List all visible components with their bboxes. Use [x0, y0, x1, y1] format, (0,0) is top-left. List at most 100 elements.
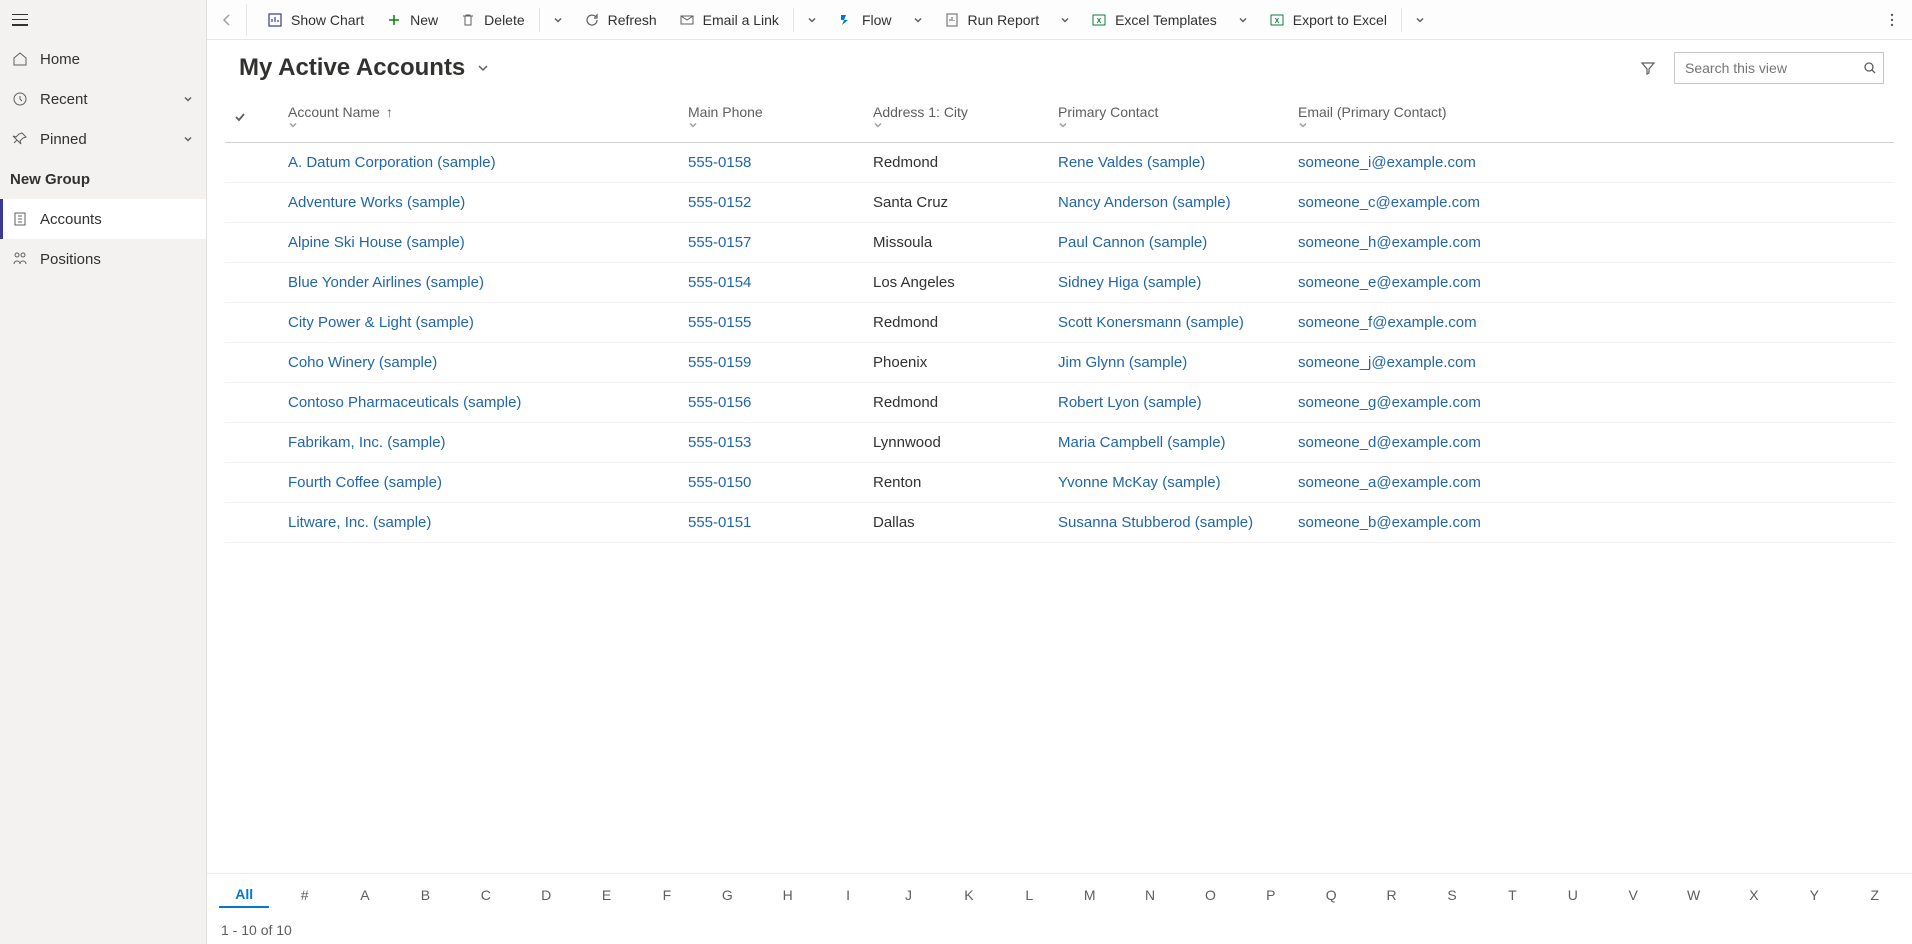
view-selector-chevron[interactable]: [475, 60, 491, 76]
table-row[interactable]: Contoso Pharmaceuticals (sample) 555-015…: [225, 383, 1894, 423]
cell-email[interactable]: someone_g@example.com: [1290, 383, 1894, 423]
back-button[interactable]: [215, 4, 247, 36]
cell-contact[interactable]: Maria Campbell (sample): [1050, 423, 1290, 463]
column-header-primary-contact[interactable]: Primary Contact: [1050, 94, 1290, 143]
search-icon[interactable]: [1863, 61, 1877, 75]
cell-email[interactable]: someone_c@example.com: [1290, 183, 1894, 223]
jump-f[interactable]: F: [642, 883, 692, 907]
jump-i[interactable]: I: [823, 883, 873, 907]
cell-phone[interactable]: 555-0157: [680, 223, 865, 263]
cell-email[interactable]: someone_j@example.com: [1290, 343, 1894, 383]
jump-n[interactable]: N: [1125, 883, 1175, 907]
jump-o[interactable]: O: [1185, 883, 1235, 907]
row-select[interactable]: [225, 303, 280, 343]
table-row[interactable]: Blue Yonder Airlines (sample) 555-0154 L…: [225, 263, 1894, 303]
cell-contact[interactable]: Paul Cannon (sample): [1050, 223, 1290, 263]
cmd-show-chart[interactable]: Show Chart: [257, 0, 374, 40]
cell-contact[interactable]: Rene Valdes (sample): [1050, 143, 1290, 183]
cmd-new[interactable]: New: [376, 0, 448, 40]
sidebar-item-pinned[interactable]: Pinned: [0, 119, 206, 159]
cmd-email-link[interactable]: Email a Link: [669, 0, 789, 40]
jump-s[interactable]: S: [1427, 883, 1477, 907]
cell-phone[interactable]: 555-0159: [680, 343, 865, 383]
cmd-email-chevron[interactable]: [798, 14, 826, 26]
cell-phone[interactable]: 555-0158: [680, 143, 865, 183]
cell-account-name[interactable]: Contoso Pharmaceuticals (sample): [280, 383, 680, 423]
cell-contact[interactable]: Yvonne McKay (sample): [1050, 463, 1290, 503]
cmd-flow-chevron[interactable]: [904, 14, 932, 26]
cell-email[interactable]: someone_d@example.com: [1290, 423, 1894, 463]
table-row[interactable]: Coho Winery (sample) 555-0159 Phoenix Ji…: [225, 343, 1894, 383]
cell-account-name[interactable]: Fourth Coffee (sample): [280, 463, 680, 503]
row-select[interactable]: [225, 263, 280, 303]
hamburger-button[interactable]: [0, 0, 206, 39]
cell-email[interactable]: someone_f@example.com: [1290, 303, 1894, 343]
cmd-flow[interactable]: Flow: [828, 0, 902, 40]
cell-email[interactable]: someone_a@example.com: [1290, 463, 1894, 503]
jump-u[interactable]: U: [1548, 883, 1598, 907]
cell-account-name[interactable]: Fabrikam, Inc. (sample): [280, 423, 680, 463]
cell-contact[interactable]: Scott Konersmann (sample): [1050, 303, 1290, 343]
cell-phone[interactable]: 555-0151: [680, 503, 865, 543]
cell-email[interactable]: someone_b@example.com: [1290, 503, 1894, 543]
jump-l[interactable]: L: [1004, 883, 1054, 907]
jump-j[interactable]: J: [883, 883, 933, 907]
jump-y[interactable]: Y: [1789, 883, 1839, 907]
jump-t[interactable]: T: [1487, 883, 1537, 907]
cell-phone[interactable]: 555-0152: [680, 183, 865, 223]
table-row[interactable]: A. Datum Corporation (sample) 555-0158 R…: [225, 143, 1894, 183]
jump-x[interactable]: X: [1729, 883, 1779, 907]
column-header-city[interactable]: Address 1: City: [865, 94, 1050, 143]
table-row[interactable]: Litware, Inc. (sample) 555-0151 Dallas S…: [225, 503, 1894, 543]
cmd-run-report[interactable]: Run Report: [934, 0, 1050, 40]
cell-account-name[interactable]: Blue Yonder Airlines (sample): [280, 263, 680, 303]
cmd-overflow-button[interactable]: [1876, 0, 1908, 40]
jump-all[interactable]: All: [219, 882, 269, 908]
jump-c[interactable]: C: [461, 883, 511, 907]
jump-e[interactable]: E: [581, 883, 631, 907]
row-select[interactable]: [225, 383, 280, 423]
column-header-email[interactable]: Email (Primary Contact): [1290, 94, 1894, 143]
row-select[interactable]: [225, 223, 280, 263]
row-select[interactable]: [225, 343, 280, 383]
jump-b[interactable]: B: [400, 883, 450, 907]
sidebar-item-home[interactable]: Home: [0, 39, 206, 79]
jump-k[interactable]: K: [944, 883, 994, 907]
row-select[interactable]: [225, 503, 280, 543]
row-select[interactable]: [225, 143, 280, 183]
cmd-excel-templates[interactable]: X Excel Templates: [1081, 0, 1227, 40]
cell-account-name[interactable]: City Power & Light (sample): [280, 303, 680, 343]
cell-account-name[interactable]: Coho Winery (sample): [280, 343, 680, 383]
jump-v[interactable]: V: [1608, 883, 1658, 907]
jump-q[interactable]: Q: [1306, 883, 1356, 907]
jump-a[interactable]: A: [340, 883, 390, 907]
view-title[interactable]: My Active Accounts: [239, 54, 465, 82]
cell-account-name[interactable]: A. Datum Corporation (sample): [280, 143, 680, 183]
cell-email[interactable]: someone_h@example.com: [1290, 223, 1894, 263]
jump-w[interactable]: W: [1668, 883, 1718, 907]
filter-button[interactable]: [1632, 52, 1664, 84]
table-row[interactable]: Fourth Coffee (sample) 555-0150 Renton Y…: [225, 463, 1894, 503]
cell-contact[interactable]: Robert Lyon (sample): [1050, 383, 1290, 423]
cell-email[interactable]: someone_i@example.com: [1290, 143, 1894, 183]
column-header-account-name[interactable]: Account Name↑: [280, 94, 680, 143]
row-select[interactable]: [225, 463, 280, 503]
cell-account-name[interactable]: Litware, Inc. (sample): [280, 503, 680, 543]
cell-phone[interactable]: 555-0156: [680, 383, 865, 423]
jump-h[interactable]: H: [763, 883, 813, 907]
cell-account-name[interactable]: Adventure Works (sample): [280, 183, 680, 223]
jump-p[interactable]: P: [1246, 883, 1296, 907]
cmd-templates-chevron[interactable]: [1229, 14, 1257, 26]
cell-contact[interactable]: Jim Glynn (sample): [1050, 343, 1290, 383]
cmd-export-chevron[interactable]: [1406, 14, 1434, 26]
cmd-delete-chevron[interactable]: [544, 14, 572, 26]
sidebar-item-positions[interactable]: Positions: [0, 239, 206, 279]
cell-email[interactable]: someone_e@example.com: [1290, 263, 1894, 303]
row-select[interactable]: [225, 423, 280, 463]
jump-z[interactable]: Z: [1850, 883, 1900, 907]
jump-g[interactable]: G: [702, 883, 752, 907]
column-header-main-phone[interactable]: Main Phone: [680, 94, 865, 143]
cell-contact[interactable]: Sidney Higa (sample): [1050, 263, 1290, 303]
cmd-refresh[interactable]: Refresh: [574, 0, 667, 40]
jump-#[interactable]: #: [279, 883, 329, 907]
